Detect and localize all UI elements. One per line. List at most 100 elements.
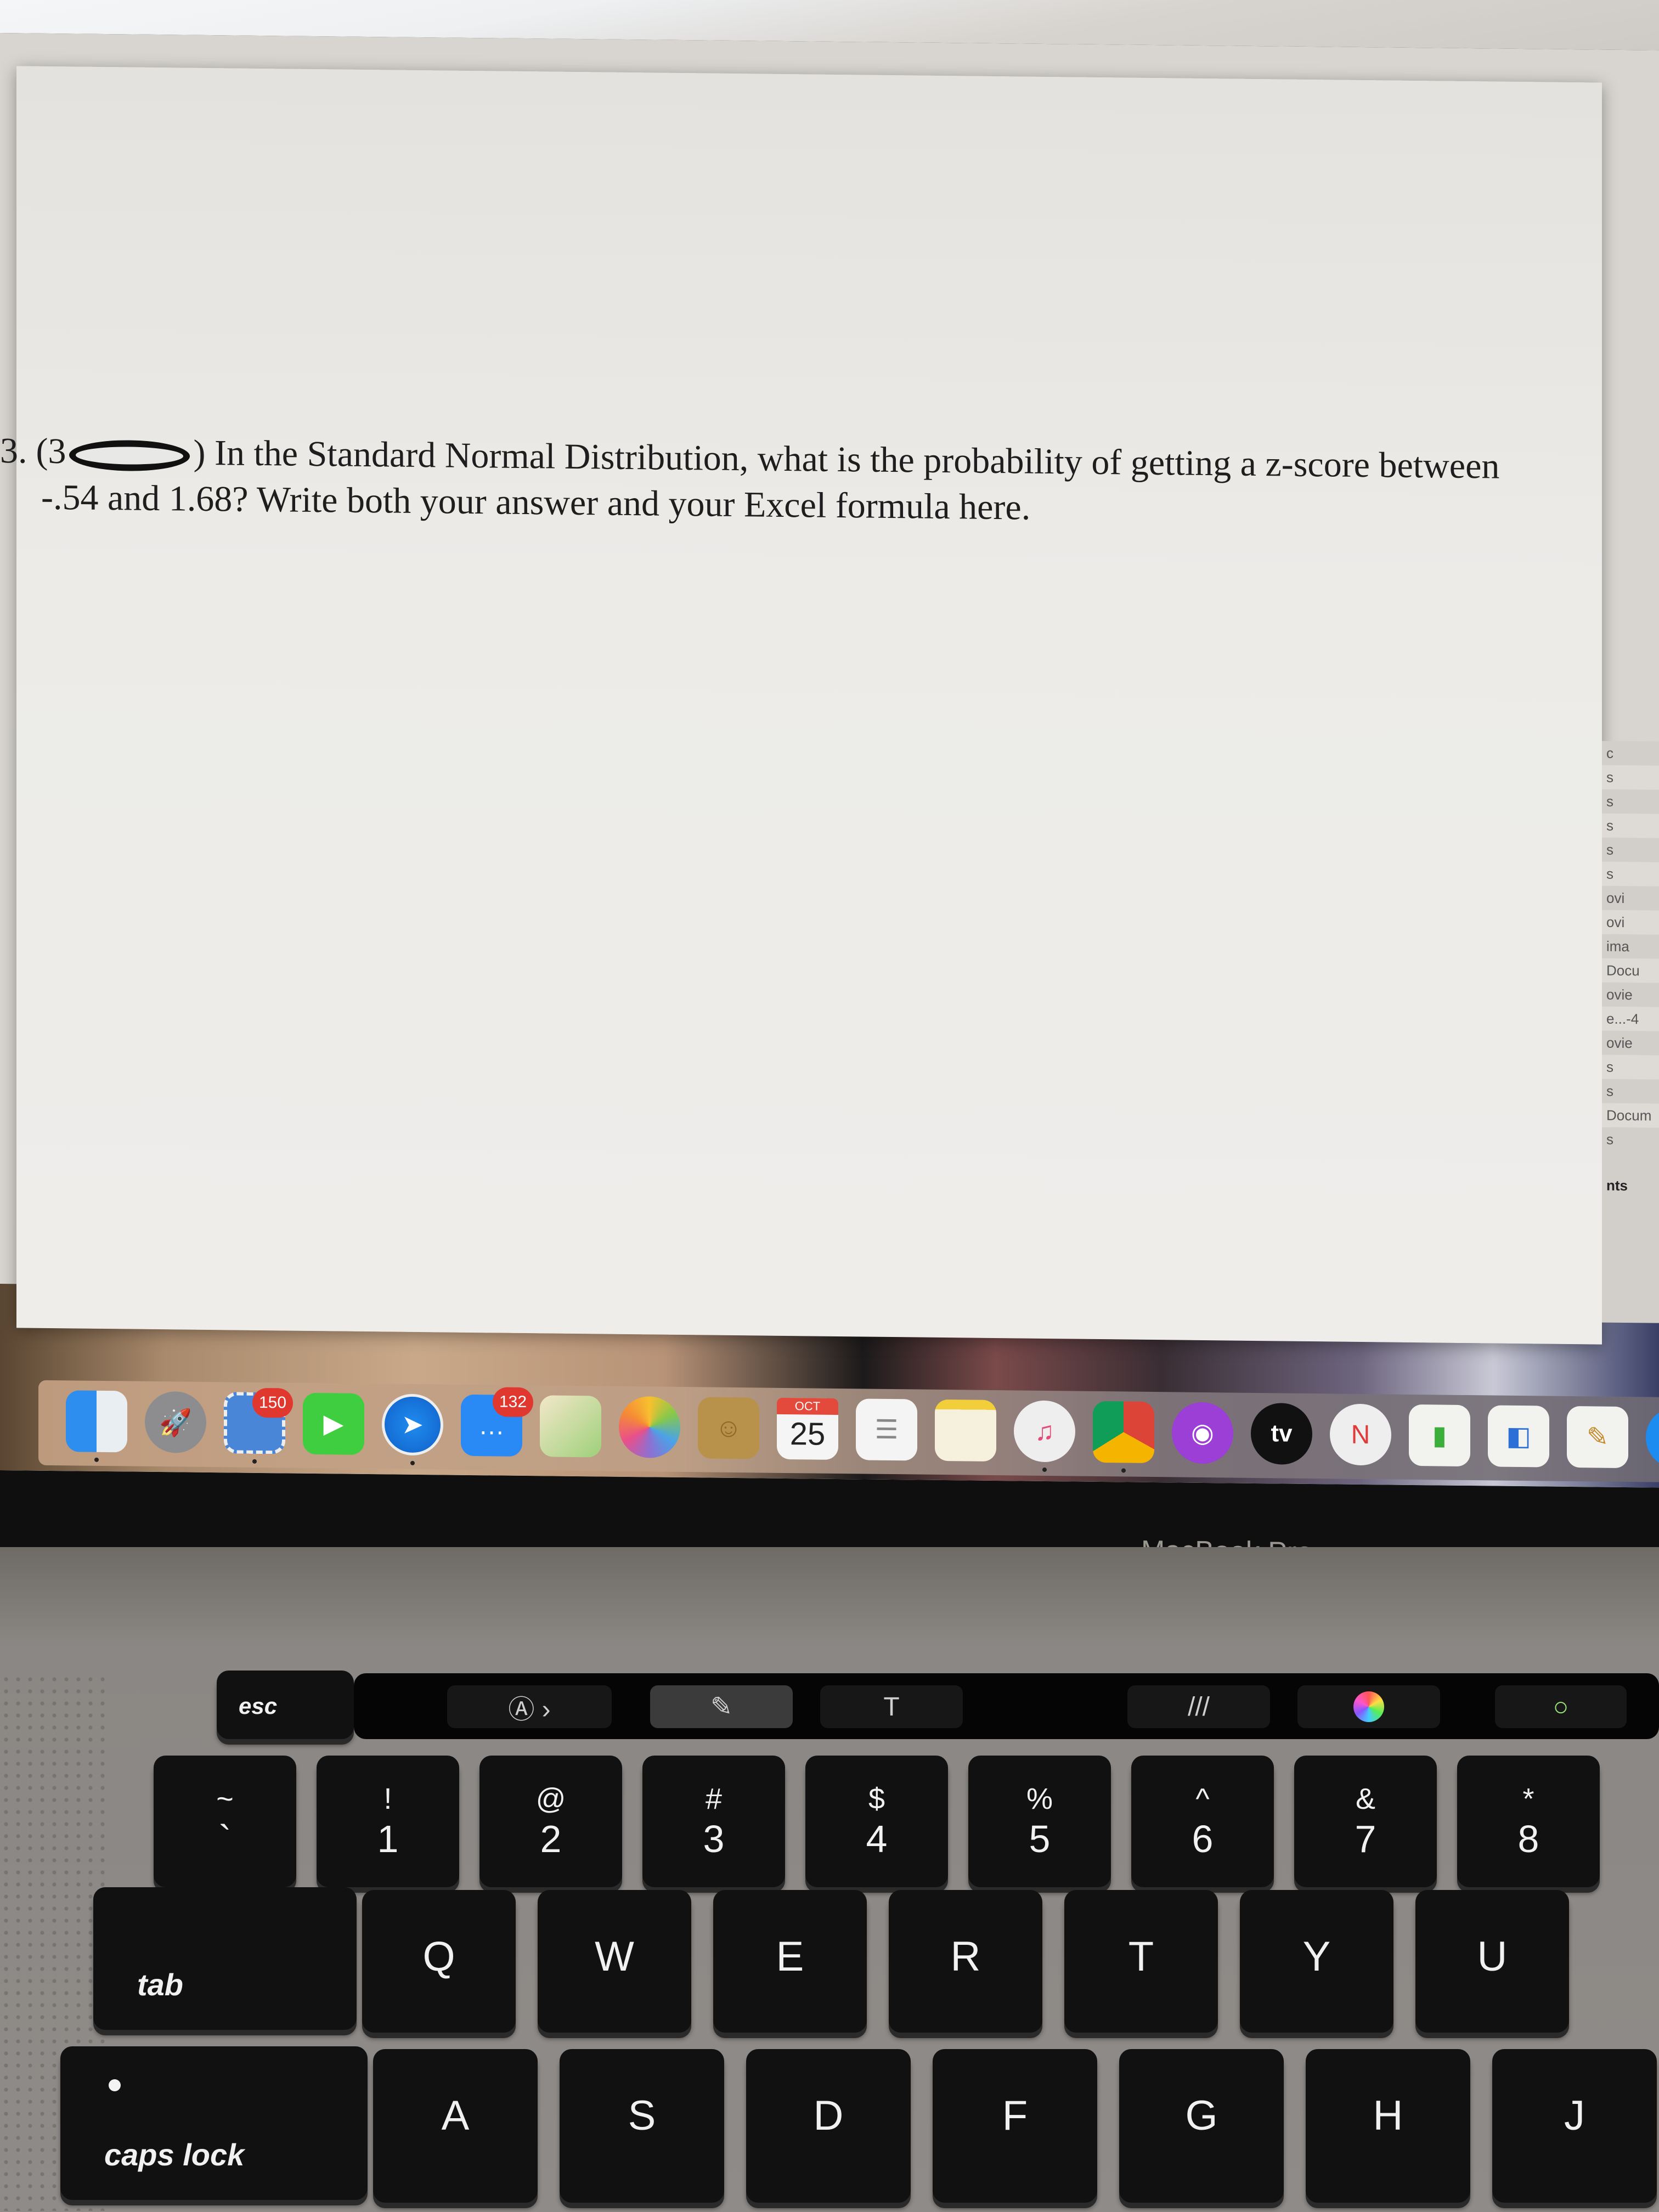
finder-sidebar-item[interactable]: s: [1602, 789, 1659, 814]
key-1[interactable]: ! 1: [317, 1756, 459, 1887]
finder-sidebar-item[interactable]: e...-4: [1602, 1006, 1659, 1031]
key-h[interactable]: H: [1306, 2049, 1470, 2203]
finder-sidebar-item[interactable]: ovi: [1602, 910, 1659, 935]
key-8[interactable]: * 8: [1457, 1756, 1600, 1887]
key-letter: Q: [422, 1933, 455, 1980]
finder-sidebar-item[interactable]: ovi: [1602, 886, 1659, 911]
finder-sidebar-item[interactable]: Docu: [1602, 958, 1659, 983]
key-f[interactable]: F: [933, 2049, 1097, 2203]
dock-item-numbers[interactable]: ▮: [1409, 1404, 1470, 1467]
key-q[interactable]: Q: [362, 1890, 516, 2033]
key-g[interactable]: G: [1119, 2049, 1284, 2203]
dock-item-calendar[interactable]: OCT 25: [777, 1397, 838, 1460]
dock-item-news[interactable]: N: [1330, 1403, 1391, 1466]
touchbar-text[interactable]: T: [820, 1685, 963, 1728]
dock-item-reminders[interactable]: ☰: [856, 1398, 917, 1461]
key-4[interactable]: $4: [805, 1756, 948, 1887]
key-shift-symbol: ~: [216, 1782, 234, 1815]
key-shift-symbol: ^: [1195, 1782, 1210, 1815]
touchbar-markup-annotate[interactable]: Ⓐ ›: [447, 1685, 612, 1728]
dock-item-mail[interactable]: 150: [224, 1387, 293, 1454]
question-number: 3.: [0, 431, 27, 471]
dock-item-chrome[interactable]: [1093, 1401, 1154, 1464]
finder-sidebar-item[interactable]: c: [1602, 741, 1659, 766]
finder-sidebar-item[interactable]: ima: [1602, 934, 1659, 959]
rocket-icon: 🚀: [159, 1408, 192, 1438]
key-letter: Y: [1302, 1933, 1331, 1980]
dock-item-contacts[interactable]: ☺: [698, 1397, 759, 1459]
key-7[interactable]: & 7: [1294, 1756, 1437, 1887]
key-6[interactable]: ^ 6: [1131, 1756, 1274, 1887]
finder-sidebar-item[interactable]: s: [1602, 1079, 1659, 1104]
dock-item-facetime[interactable]: ▶: [303, 1392, 364, 1455]
finder-sidebar-item[interactable]: s: [1602, 861, 1659, 887]
apple-tv-icon: tv: [1271, 1420, 1293, 1447]
dock-item-music[interactable]: ♫: [1014, 1400, 1075, 1463]
key-backtick[interactable]: ~ `: [154, 1756, 296, 1887]
touchbar-color[interactable]: ●: [1297, 1685, 1440, 1728]
key-number: 3: [703, 1818, 725, 1860]
dock-item-launchpad[interactable]: 🚀: [145, 1391, 206, 1453]
key-u[interactable]: U: [1415, 1890, 1569, 2033]
finder-sidebar-item[interactable]: s: [1602, 765, 1659, 790]
finder-sidebar-partial: c s s s s s ovi ovi ima Docu ovie e...-4 ovie s s Docum…: [1602, 741, 1659, 1323]
running-indicator: [252, 1459, 257, 1464]
key-shift-symbol: &: [1355, 1782, 1376, 1815]
key-s[interactable]: S: [560, 2049, 724, 2203]
key-e[interactable]: E: [713, 1890, 867, 2033]
key-r[interactable]: R: [889, 1890, 1042, 2033]
key-2[interactable]: @2: [479, 1756, 622, 1887]
key-y[interactable]: Y: [1240, 1890, 1393, 2033]
key-3[interactable]: #3: [642, 1756, 785, 1887]
notification-badge: 150: [252, 1387, 293, 1418]
key-j[interactable]: J: [1492, 2049, 1657, 2203]
dock-item-notes[interactable]: [935, 1399, 996, 1462]
finder-sidebar-item[interactable]: Docum: [1602, 1103, 1659, 1128]
key-caps-lock[interactable]: caps lock: [60, 2046, 368, 2200]
finder-sidebar-item[interactable]: ovie: [1602, 983, 1659, 1007]
dock-item-app-store[interactable]: A: [1646, 1407, 1659, 1469]
redaction-scribble-icon: [69, 439, 190, 472]
sketch-pen-icon: ✎: [710, 1692, 733, 1722]
dock-item-maps[interactable]: [540, 1395, 601, 1458]
finder-sidebar-item[interactable]: nts: [1602, 1173, 1659, 1198]
caps-lock-indicator-icon: [109, 2079, 121, 2091]
calendar-day: 25: [789, 1416, 826, 1452]
key-letter: J: [1564, 2092, 1585, 2139]
dock-item-podcasts[interactable]: ◉: [1172, 1402, 1233, 1464]
dock-item-pages[interactable]: ✎: [1567, 1406, 1628, 1469]
key-5[interactable]: % 5: [968, 1756, 1111, 1887]
key-tab[interactable]: tab: [93, 1887, 357, 2030]
dock-item-photos[interactable]: [619, 1396, 680, 1458]
dock-item-messages[interactable]: … 132: [461, 1387, 533, 1457]
question-block: 3. (3) In the Standard Normal Distributio…: [0, 428, 1602, 528]
key-number: 1: [377, 1818, 399, 1860]
dock-item-safari[interactable]: ➤: [382, 1393, 443, 1456]
key-tab-label: tab: [137, 1967, 183, 2002]
finder-sidebar-item[interactable]: ovie: [1602, 1031, 1659, 1056]
dock-item-finder[interactable]: [66, 1390, 127, 1453]
key-letter: G: [1185, 2092, 1218, 2139]
touchbar-line-width[interactable]: ///: [1127, 1685, 1270, 1728]
key-esc[interactable]: esc: [217, 1671, 354, 1739]
finder-sidebar-item[interactable]: s: [1602, 1054, 1659, 1080]
key-number: 6: [1192, 1818, 1214, 1860]
screen: 3. (3) In the Standard Normal Distributio…: [0, 33, 1659, 1488]
touch-bar[interactable]: Ⓐ › ✎ T /// ● ○: [354, 1673, 1659, 1739]
notification-badge: 132: [493, 1387, 533, 1418]
key-t[interactable]: T: [1064, 1890, 1218, 2033]
finder-sidebar-item[interactable]: s: [1602, 838, 1659, 862]
dock-item-tv[interactable]: tv: [1251, 1402, 1312, 1465]
touchbar-sketch[interactable]: ✎: [650, 1685, 793, 1728]
dock-item-keynote[interactable]: ◧: [1488, 1405, 1549, 1468]
key-number: 4: [866, 1818, 888, 1860]
key-d[interactable]: D: [746, 2049, 911, 2203]
running-indicator: [1121, 1468, 1126, 1473]
key-w[interactable]: W: [538, 1890, 691, 2033]
finder-sidebar-item[interactable]: s: [1602, 1127, 1659, 1152]
key-shift-symbol: $: [868, 1782, 885, 1815]
key-a[interactable]: A: [373, 2049, 538, 2203]
finder-sidebar-item[interactable]: s: [1602, 813, 1659, 838]
laptop-screen-bezel: 3. (3) In the Standard Normal Distributio…: [0, 33, 1659, 1570]
touchbar-shape[interactable]: ○: [1495, 1685, 1627, 1728]
